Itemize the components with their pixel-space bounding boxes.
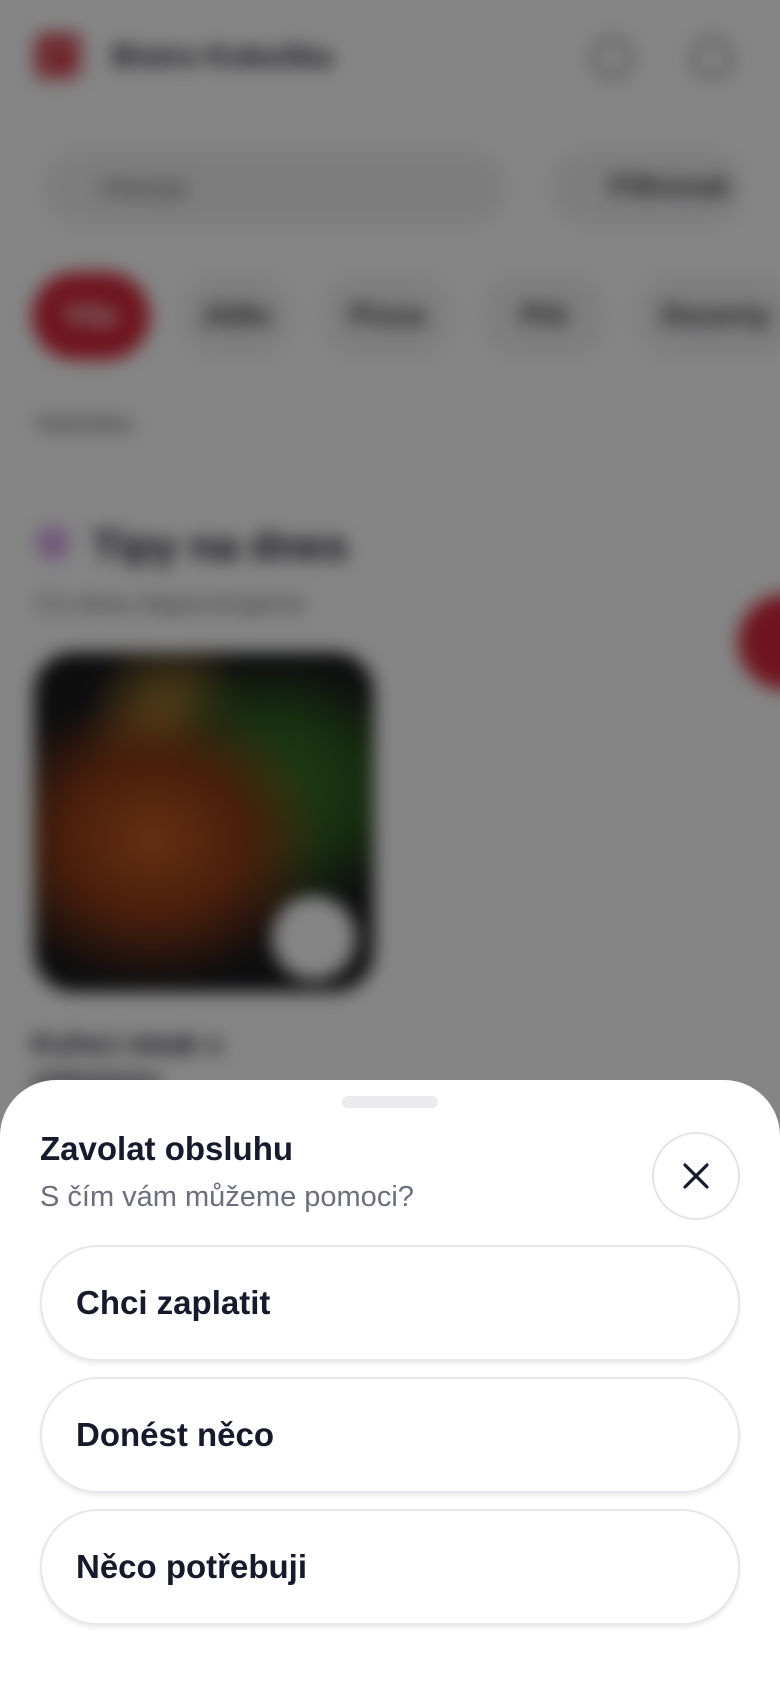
option-pay-button[interactable]: Chci zaplatit xyxy=(40,1245,740,1361)
option-need-something-button[interactable]: Něco potřebuji xyxy=(40,1509,740,1625)
sheet-drag-handle[interactable] xyxy=(342,1096,438,1108)
sheet-title: Zavolat obsluhu xyxy=(40,1130,294,1167)
app-root: Bistro Kokoška Hledat Filtrovat Vše Jídl… xyxy=(0,0,780,1688)
close-icon xyxy=(683,1163,709,1189)
option-bring-something-button[interactable]: Donést něco xyxy=(40,1377,740,1493)
sheet-subtitle: S čím vám můžeme pomoci? xyxy=(40,1181,414,1213)
close-button[interactable] xyxy=(652,1132,740,1220)
call-service-sheet: Zavolat obsluhu S čím vám můžeme pomoci?… xyxy=(0,1080,780,1688)
